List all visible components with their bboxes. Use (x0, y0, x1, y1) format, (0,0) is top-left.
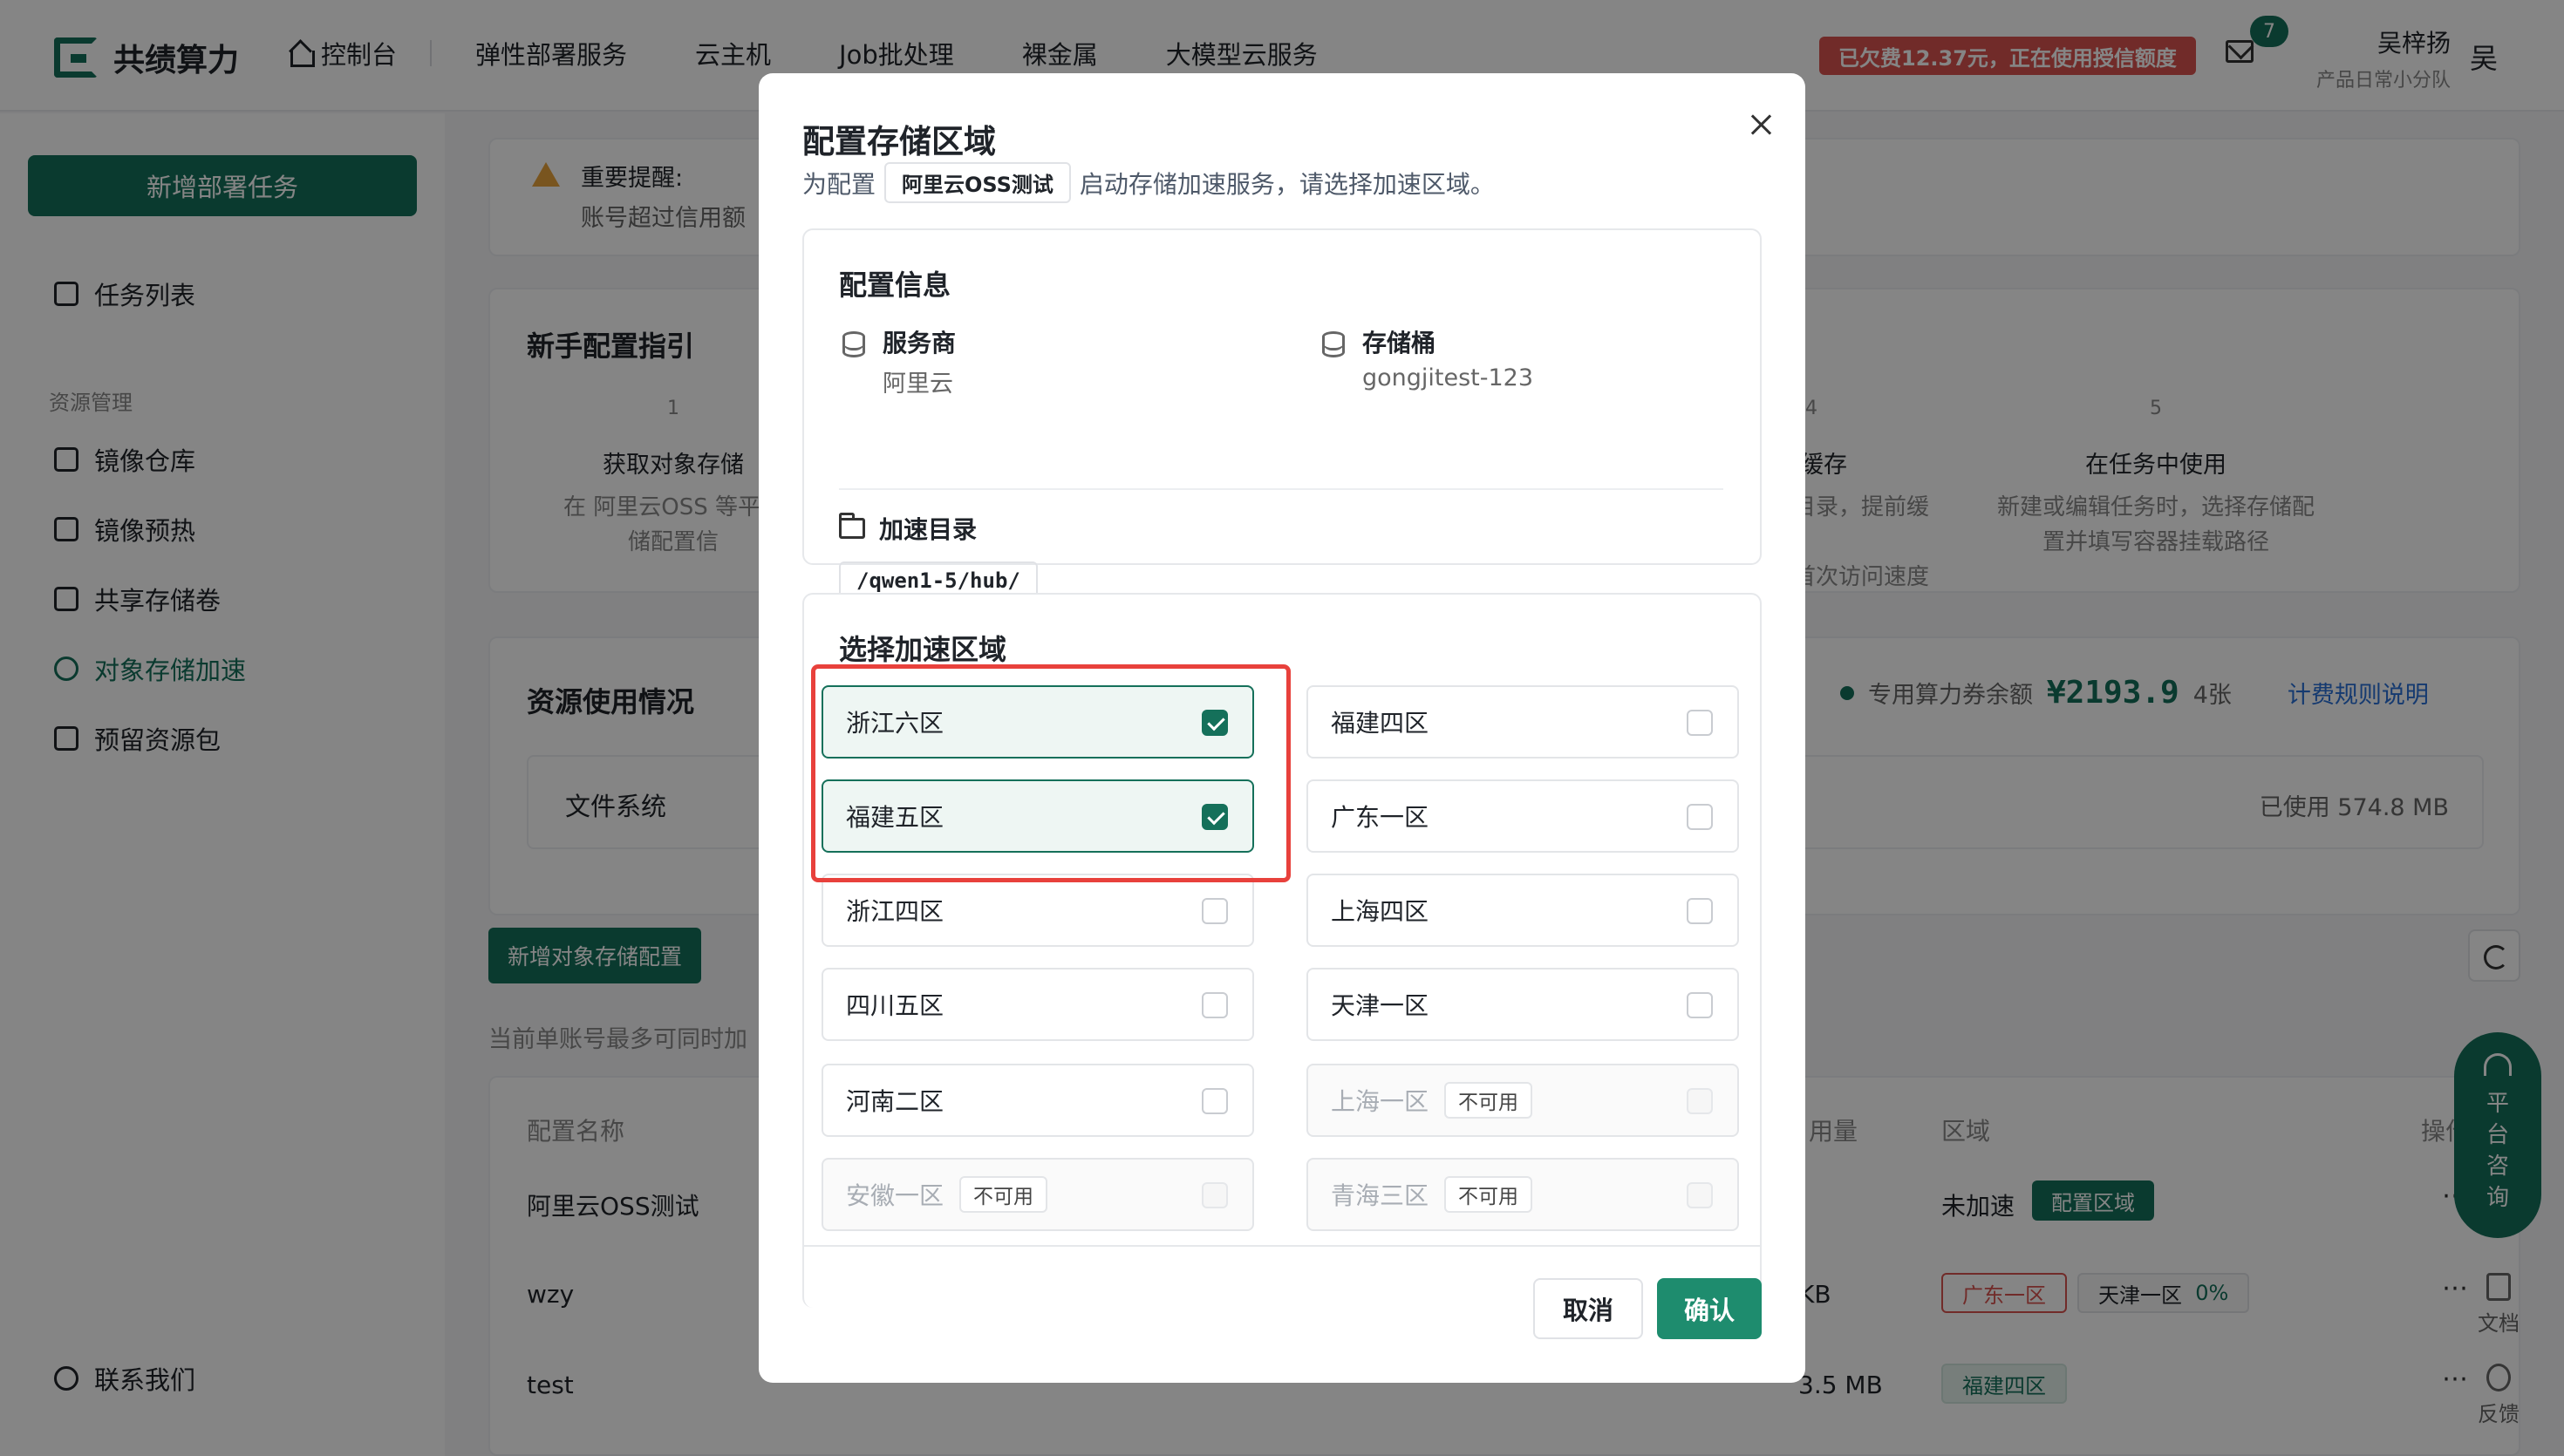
unavailable-badge: 不可用 (959, 1176, 1048, 1213)
region-option-label: 四川五区 (846, 991, 944, 1020)
accel-dir-label: 加速目录 (879, 515, 978, 544)
subtitle-suffix: 启动存储加速服务，请选择加速区域。 (1079, 169, 1495, 199)
bucket-value: gongjitest-123 (1362, 364, 1534, 391)
region-option-label: 广东一区 (1331, 803, 1429, 832)
checkbox-icon[interactable] (1202, 898, 1228, 924)
provider-info: 服务商 阿里云 (842, 324, 956, 398)
region-option[interactable]: 福建四区 (1306, 685, 1739, 759)
footer-divider (802, 1245, 1762, 1247)
checkbox-checked-icon[interactable] (1202, 710, 1228, 736)
checkbox-icon (1687, 1182, 1713, 1208)
database-icon (842, 331, 865, 357)
region-option[interactable]: 浙江四区 (822, 874, 1254, 947)
config-info-title: 配置信息 (839, 269, 951, 302)
dialog-title: 配置存储区域 (802, 123, 996, 160)
checkbox-icon[interactable] (1202, 1088, 1228, 1114)
region-select-title: 选择加速区域 (839, 633, 1007, 666)
region-option[interactable]: 天津一区 (1306, 968, 1739, 1041)
confirm-button[interactable]: 确认 (1657, 1278, 1762, 1339)
config-info-panel: 配置信息 服务商 阿里云 存储桶 gongjitest-123 加速目录 /qw… (802, 228, 1762, 600)
subtitle-prefix: 为配置 (802, 169, 876, 199)
cancel-button[interactable]: 取消 (1533, 1278, 1643, 1339)
provider-label: 服务商 (883, 329, 957, 357)
region-option-label: 福建五区 (846, 803, 944, 832)
region-option: 青海三区 不可用 (1306, 1158, 1739, 1231)
region-option: 上海一区 不可用 (1306, 1064, 1739, 1137)
region-option-label: 浙江六区 (846, 709, 944, 738)
checkbox-icon (1202, 1182, 1228, 1208)
configure-storage-region-dialog: 配置存储区域 为配置 阿里云OSS测试 启动存储加速服务，请选择加速区域。 配置… (759, 73, 1805, 1383)
dialog-subtitle: 为配置 阿里云OSS测试 启动存储加速服务，请选择加速区域。 (802, 162, 1495, 203)
checkbox-icon[interactable] (1687, 804, 1713, 830)
checkbox-icon (1687, 1088, 1713, 1114)
region-option-label: 上海四区 (1331, 897, 1429, 926)
database-icon (1322, 331, 1345, 357)
checkbox-icon[interactable] (1687, 992, 1713, 1018)
region-option[interactable]: 广东一区 (1306, 779, 1739, 853)
region-option-label: 安徽一区 (846, 1181, 944, 1210)
region-option-label: 上海一区 (1331, 1087, 1429, 1116)
close-icon[interactable] (1742, 106, 1781, 145)
region-select-panel: 选择加速区域 浙江六区 福建四区福建五区 广东一区浙江四区 上海四区四川五区 天津一区河… (802, 593, 1762, 1308)
region-option[interactable]: 河南二区 (822, 1064, 1254, 1137)
region-option[interactable]: 四川五区 (822, 968, 1254, 1041)
region-option-label: 青海三区 (1331, 1181, 1429, 1210)
region-option-label: 河南二区 (846, 1087, 944, 1116)
folder-icon (839, 513, 865, 539)
unavailable-badge: 不可用 (1444, 1176, 1533, 1213)
region-option-label: 浙江四区 (846, 897, 944, 926)
region-option-label: 天津一区 (1331, 991, 1429, 1020)
checkbox-icon[interactable] (1687, 898, 1713, 924)
info-divider (839, 488, 1723, 490)
config-name-chip: 阿里云OSS测试 (884, 162, 1071, 203)
bucket-info: 存储桶 gongjitest-123 (1322, 324, 1533, 391)
provider-value: 阿里云 (883, 371, 953, 398)
bucket-label: 存储桶 (1362, 329, 1436, 357)
accel-dir-row: 加速目录 (839, 511, 977, 546)
checkbox-icon[interactable] (1202, 992, 1228, 1018)
region-option-label: 福建四区 (1331, 709, 1429, 738)
region-option[interactable]: 浙江六区 (822, 685, 1254, 759)
unavailable-badge: 不可用 (1444, 1082, 1533, 1119)
region-option[interactable]: 上海四区 (1306, 874, 1739, 947)
region-option: 安徽一区 不可用 (822, 1158, 1254, 1231)
checkbox-icon[interactable] (1687, 710, 1713, 736)
region-option[interactable]: 福建五区 (822, 779, 1254, 853)
checkbox-checked-icon[interactable] (1202, 804, 1228, 830)
